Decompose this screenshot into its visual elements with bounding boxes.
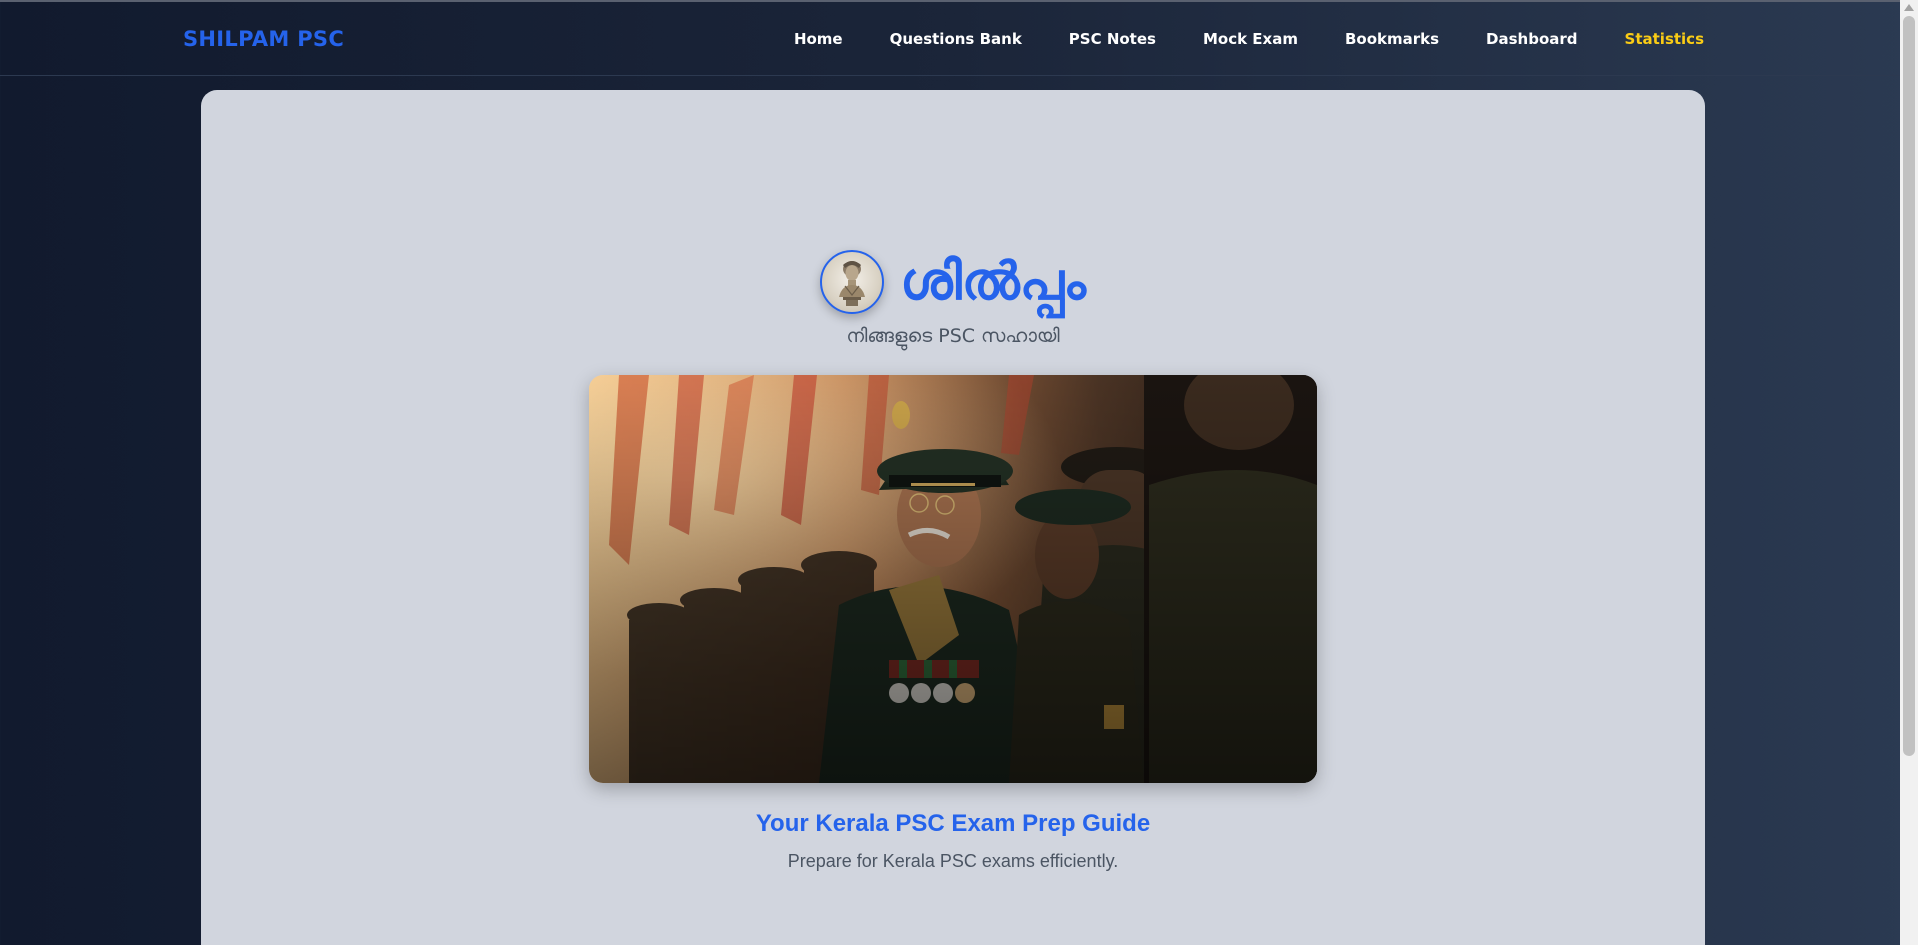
nav-bookmarks-link[interactable]: Bookmarks [1345,30,1439,48]
page-scrollbar[interactable] [1900,0,1918,945]
nav-psc-notes-link[interactable]: PSC Notes [1069,30,1156,48]
sculpture-bust-icon [820,250,885,314]
guide-title: Your Kerala PSC Exam Prep Guide [755,810,1151,837]
nav-links: Home Questions Bank PSC Notes Mock Exam … [794,30,1704,48]
nav-dashboard-link[interactable]: Dashboard [1486,30,1577,48]
hero-tagline: നിങ്ങളുടെ PSC സഹായി [846,325,1060,347]
nav-statistics-link[interactable]: Statistics [1625,30,1704,48]
scrollbar-thumb[interactable] [1903,16,1915,756]
hero-title-row: ശിൽപ്പം [201,250,1705,314]
hero-card: ശിൽപ്പം നിങ്ങളുടെ PSC സഹായി Your Kerala … [201,90,1705,945]
nav-questions-bank-link[interactable]: Questions Bank [890,30,1022,48]
scroll-up-icon[interactable] [1904,4,1914,11]
nav-home-link[interactable]: Home [794,30,843,48]
navbar: SHILPAM PSC Home Questions Bank PSC Note… [0,2,1900,76]
nav-mock-exam-link[interactable]: Mock Exam [1203,30,1298,48]
site-name-heading: ശിൽപ്പം [900,252,1086,312]
brand-logo-text[interactable]: SHILPAM PSC [183,27,344,51]
guide-subtitle: Prepare for Kerala PSC exams efficiently… [787,851,1119,871]
army-officers-image [589,375,1317,783]
